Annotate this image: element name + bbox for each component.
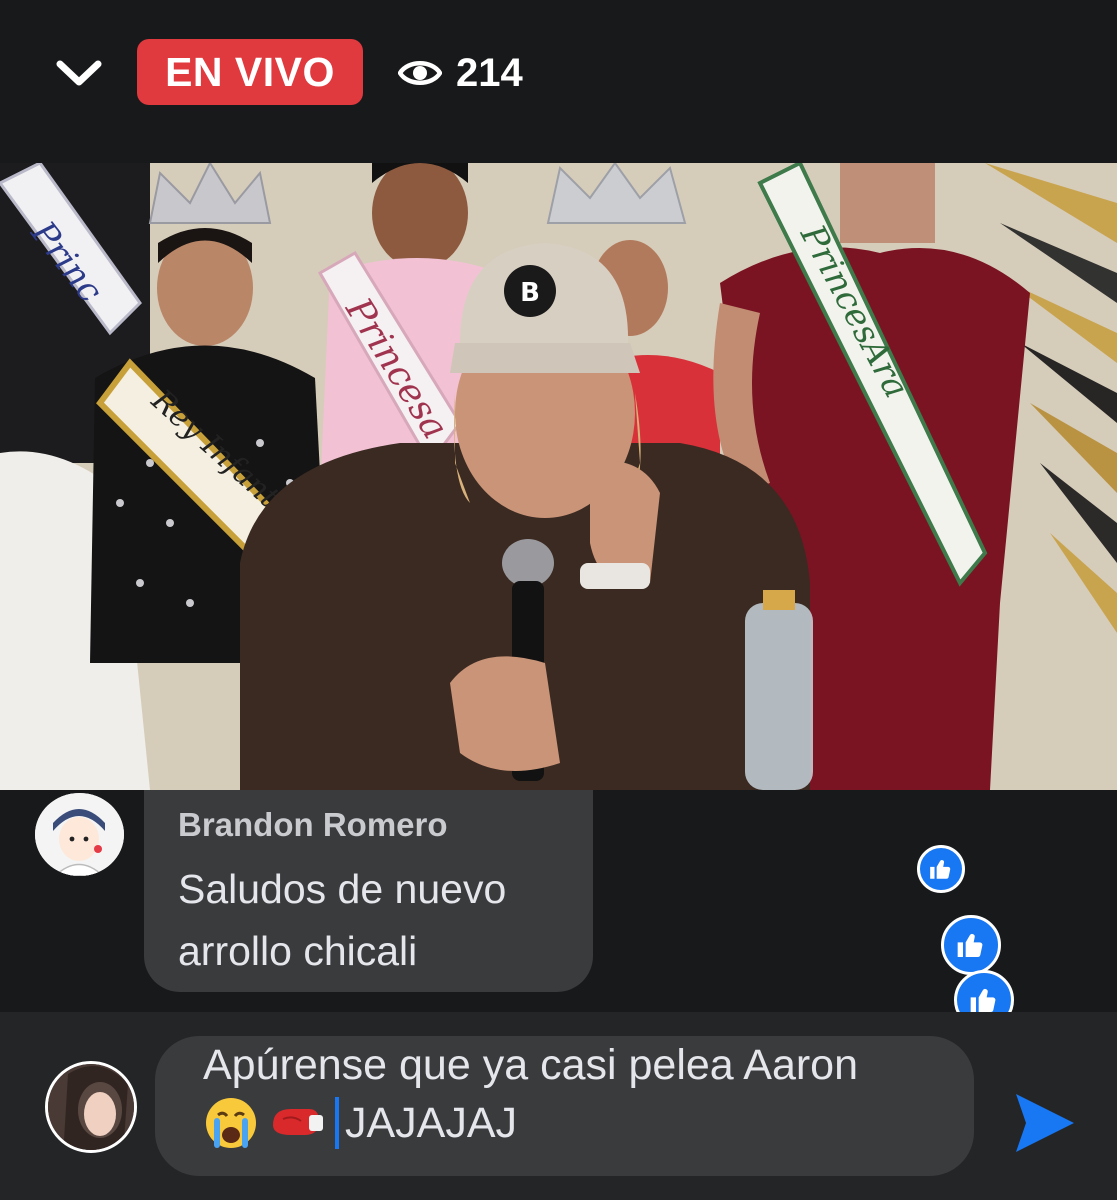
live-badge: EN VIVO (137, 39, 363, 105)
like-thumb-icon (917, 845, 965, 893)
viewer-count-value: 214 (456, 50, 523, 95)
text-caret (335, 1097, 339, 1149)
video-frame: Princ Rey Infant Princesa PrincesAra B (0, 163, 1117, 790)
avatar-illustration (35, 793, 124, 876)
viewer-count: 214 (398, 44, 523, 102)
comment-author-name[interactable]: Brandon Romero (178, 806, 448, 844)
comment-author-avatar[interactable] (35, 793, 124, 876)
comment-input-line-2-text: JAJAJAJ (345, 1099, 518, 1147)
comment-text: Saludos de nuevo arrollo chicali (178, 866, 507, 974)
like-thumb-icon (941, 915, 1001, 975)
send-icon[interactable] (1010, 1088, 1078, 1158)
live-video[interactable]: Princ Rey Infant Princesa PrincesAra B (0, 163, 1117, 790)
boxing-glove-emoji (273, 1109, 323, 1135)
live-header: EN VIVO 214 (0, 0, 1117, 163)
chevron-down-icon[interactable] (52, 50, 106, 96)
comment-input-line-2[interactable]: JAJAJAJ (203, 1094, 517, 1152)
current-user-avatar[interactable] (45, 1061, 137, 1153)
eye-icon (398, 61, 442, 85)
comment-input-line-1[interactable]: Apúrense que ya casi pelea Aaron (203, 1036, 858, 1094)
crying-face-emoji (206, 1098, 256, 1148)
svg-text:B: B (520, 278, 540, 308)
